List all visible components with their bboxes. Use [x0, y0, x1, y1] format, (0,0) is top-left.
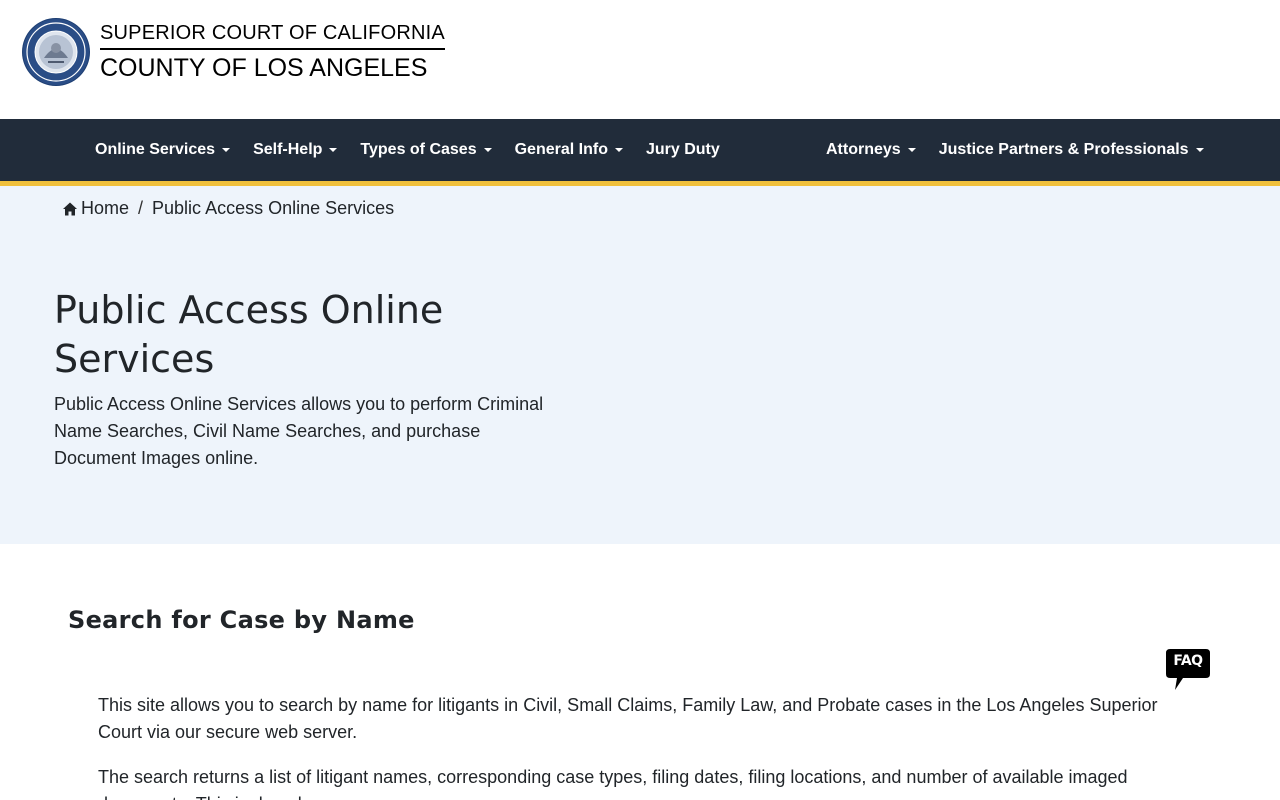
nav-left-group: Online Services Self-Help Types of Cases…: [95, 119, 743, 181]
page-intro: Public Access Online Services allows you…: [54, 394, 544, 468]
nav-right-group: Attorneys Justice Partners & Professiona…: [826, 119, 1227, 181]
breadcrumb-home-link[interactable]: Home: [81, 198, 129, 219]
nav-label: Jury Duty: [645, 141, 720, 158]
nav-label: Attorneys: [826, 141, 901, 158]
caret-down-icon: [483, 148, 492, 152]
page-title: Public Access Online Services: [54, 288, 444, 381]
section-title: Search for Case by Name: [68, 606, 415, 634]
nav-label: Self-Help: [253, 141, 323, 158]
breadcrumb-current: Public Access Online Services: [152, 198, 395, 218]
hero-banner: Home / Public Access Online Services Pub…: [0, 186, 1280, 544]
home-icon[interactable]: [62, 201, 78, 217]
breadcrumb: Home / Public Access Online Services: [62, 198, 394, 219]
caret-down-icon: [329, 148, 338, 152]
caret-down-icon: [222, 148, 231, 152]
nav-self-help[interactable]: Self-Help: [253, 141, 338, 159]
nav-jury-duty[interactable]: Jury Duty: [646, 141, 720, 159]
nav-label: Types of Cases: [360, 141, 477, 158]
nav-justice-partners[interactable]: Justice Partners & Professionals: [939, 141, 1204, 159]
nav-label: Justice Partners & Professionals: [938, 141, 1189, 158]
nav-label: Online Services: [95, 141, 216, 158]
court-logo-link[interactable]: SUPERIOR COURT OF CALIFORNIA COUNTY OF L…: [22, 18, 445, 86]
caret-down-icon: [1195, 148, 1204, 152]
site-header: SUPERIOR COURT OF CALIFORNIA COUNTY OF L…: [0, 0, 1280, 119]
main-content: Search for Case by Name FAQ This site al…: [0, 544, 1280, 800]
description-paragraph: This site allows you to search by name f…: [98, 695, 1158, 742]
description-paragraph: The search returns a list of litigant na…: [98, 767, 1128, 800]
court-name-line1: SUPERIOR COURT OF CALIFORNIA: [100, 21, 445, 50]
faq-button[interactable]: FAQ: [1165, 648, 1211, 692]
court-seal-icon: [22, 18, 90, 86]
breadcrumb-separator: /: [138, 198, 144, 218]
nav-general-info[interactable]: General Info: [515, 141, 623, 159]
caret-down-icon: [614, 148, 623, 152]
nav-online-services[interactable]: Online Services: [95, 141, 231, 159]
faq-label: FAQ: [1173, 653, 1203, 669]
main-nav: Online Services Self-Help Types of Cases…: [0, 119, 1280, 186]
nav-label: General Info: [514, 141, 608, 158]
nav-types-of-cases[interactable]: Types of Cases: [360, 141, 492, 159]
caret-down-icon: [907, 148, 916, 152]
nav-attorneys[interactable]: Attorneys: [826, 141, 916, 159]
court-name-line2: COUNTY OF LOS ANGELES: [100, 53, 428, 82]
